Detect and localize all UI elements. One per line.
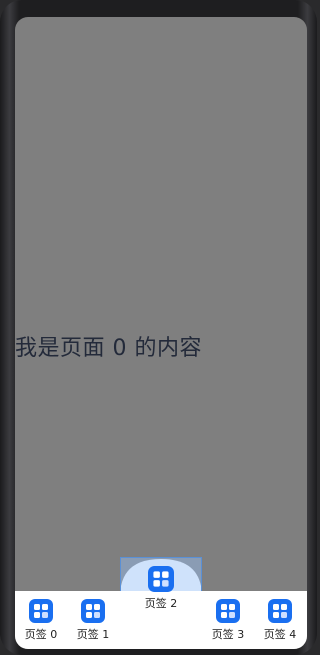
- tab-1-label: 页签 1: [76, 628, 110, 641]
- tab-3[interactable]: 页签 3: [202, 591, 254, 649]
- grid-app-icon: [29, 599, 53, 623]
- tab-1[interactable]: 页签 1: [67, 591, 119, 649]
- tab-0-label: 页签 0: [24, 628, 58, 641]
- grid-app-icon: [148, 566, 174, 592]
- tab-2[interactable]: 页签 2: [120, 557, 202, 649]
- app-screen: 我是页面 0 的内容 页签 0 页签 1 页签 3 页签 4 页签 2: [15, 17, 307, 649]
- tab-4[interactable]: 页签 4: [254, 591, 306, 649]
- page-content-text: 我是页面 0 的内容: [15, 336, 202, 361]
- tab-3-label: 页签 3: [211, 628, 245, 641]
- grid-app-icon: [216, 599, 240, 623]
- tab-4-label: 页签 4: [263, 628, 297, 641]
- tab-2-label: 页签 2: [144, 597, 178, 610]
- grid-app-icon: [81, 599, 105, 623]
- tab-0[interactable]: 页签 0: [15, 591, 67, 649]
- grid-app-icon: [268, 599, 292, 623]
